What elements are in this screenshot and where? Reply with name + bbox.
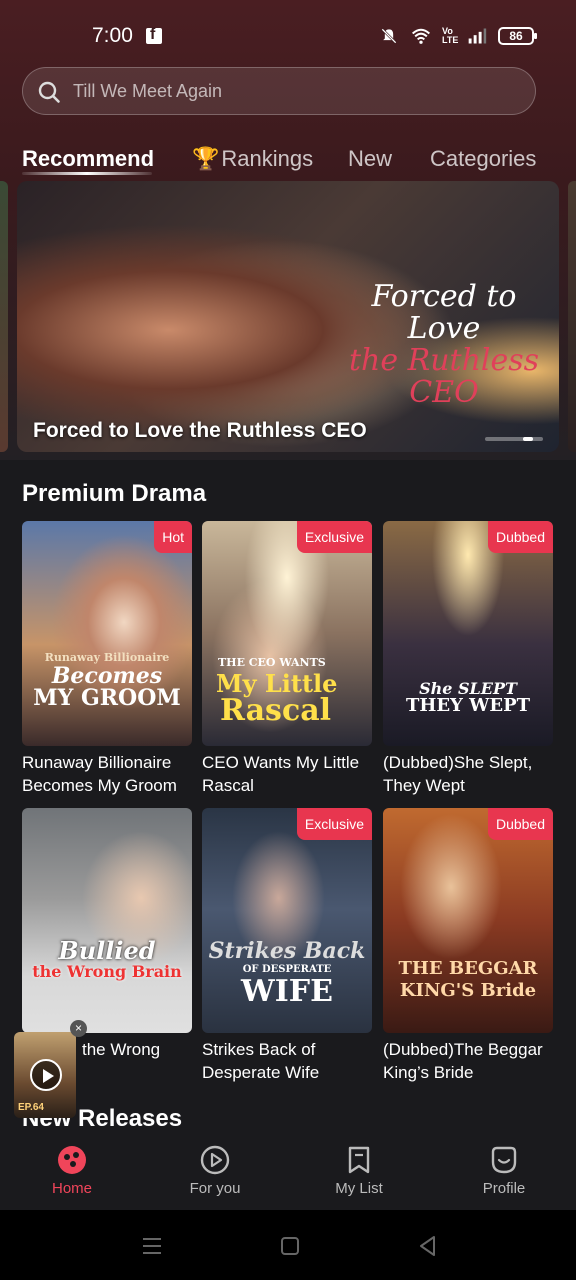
- poster-text: Strikes Back: [208, 938, 366, 964]
- nav-profile[interactable]: Profile: [454, 1138, 554, 1210]
- featured-banner[interactable]: Forced to Love the Ruthless CEO Forced t…: [17, 181, 559, 452]
- drama-poster: Dubbed She SLEPT THEY WEPT: [383, 521, 553, 746]
- drama-title: (Dubbed)She Slept, They Wept: [383, 753, 533, 795]
- dubbed-badge: Dubbed: [487, 521, 553, 553]
- search-icon: [38, 81, 60, 103]
- search-input[interactable]: Till We Meet Again: [73, 81, 222, 102]
- drama-title: Strikes Back of Desperate Wife: [202, 1040, 320, 1082]
- drama-title: CEO Wants My Little Rascal: [202, 753, 360, 795]
- poster-text: THEY WEPT: [405, 695, 531, 716]
- poster-text: KING'S Bride: [399, 980, 537, 1001]
- poster-text: WIFE: [241, 974, 333, 1009]
- close-icon[interactable]: ×: [70, 1020, 87, 1037]
- drama-card[interactable]: Exclusive Strikes Back OF DESPERATE WIFE…: [202, 808, 372, 1084]
- drama-poster: Bullied the Wrong Brain: [22, 808, 192, 1033]
- signal-icon: [468, 28, 487, 44]
- home-button-icon[interactable]: [278, 1234, 302, 1258]
- back-icon[interactable]: [416, 1234, 440, 1258]
- bottom-nav: Home For you My List Profile: [0, 1138, 576, 1210]
- drama-poster: Exclusive Strikes Back OF DESPERATE WIFE: [202, 808, 372, 1033]
- banner-next-peek[interactable]: [568, 181, 576, 452]
- mute-icon: [381, 28, 397, 44]
- category-tabs: Recommend 🏆Rankings New Categories: [22, 142, 562, 182]
- exclusive-badge: Exclusive: [296, 521, 372, 553]
- tab-categories[interactable]: Categories: [430, 146, 536, 172]
- status-bar: 7:00 Vo LTE 86: [0, 0, 576, 70]
- drama-card[interactable]: Exclusive THE CEO WANTS My Little Rascal…: [202, 521, 372, 797]
- nav-label: Profile: [482, 1180, 526, 1197]
- nav-for-you[interactable]: For you: [165, 1138, 265, 1210]
- poster-text: MY GROOM: [33, 685, 181, 711]
- wifi-icon: [411, 28, 431, 44]
- banner-logo-line2: the Ruthless CEO: [348, 343, 540, 410]
- drama-card[interactable]: Bullied the Wrong Brain the Wrong: [22, 808, 192, 1061]
- drama-poster: Dubbed THE BEGGAR KING'S Bride: [383, 808, 553, 1033]
- dubbed-badge: Dubbed: [487, 808, 553, 840]
- poster-text: THE BEGGAR: [398, 958, 538, 979]
- drama-title: (Dubbed)The Beggar King’s Bride: [383, 1040, 543, 1082]
- tab-recommend[interactable]: Recommend: [22, 146, 154, 172]
- nav-label: Home: [51, 1180, 92, 1197]
- hot-badge: Hot: [154, 521, 192, 553]
- banner-pagination: [485, 437, 543, 441]
- drama-poster: Exclusive THE CEO WANTS My Little Rascal: [202, 521, 372, 746]
- poster-text: THE CEO WANTS: [218, 656, 326, 669]
- play-circle-icon: [200, 1145, 230, 1175]
- banner-logo-line1: Forced to Love: [371, 279, 517, 346]
- poster-text: Rascal: [220, 693, 332, 728]
- poster-text: the Wrong Brain: [32, 962, 182, 981]
- drama-card[interactable]: Dubbed THE BEGGAR KING'S Bride (Dubbed)T…: [383, 808, 553, 1084]
- episode-label: EP.64: [18, 1102, 44, 1113]
- bookmark-icon: [348, 1146, 370, 1174]
- status-icons: Vo LTE 86: [378, 24, 537, 48]
- drama-poster: Hot Runaway Billionaire Becomes MY GROOM: [22, 521, 192, 746]
- search-bar[interactable]: Till We Meet Again: [22, 67, 536, 115]
- banner-title: Forced to Love the Ruthless CEO: [33, 419, 367, 442]
- tab-rankings-label: Rankings: [221, 146, 314, 171]
- tab-rankings[interactable]: 🏆Rankings: [192, 146, 313, 172]
- volte-label: Vo LTE: [442, 26, 459, 45]
- nav-label: For you: [189, 1180, 241, 1197]
- drama-title: Runaway Billionaire Becomes My Groom: [22, 753, 177, 795]
- exclusive-badge: Exclusive: [296, 808, 372, 840]
- banner-prev-peek[interactable]: [0, 181, 8, 452]
- play-icon[interactable]: [30, 1059, 62, 1091]
- active-tab-indicator: [22, 172, 152, 175]
- profile-icon: [491, 1146, 517, 1174]
- section-title-premium: Premium Drama: [22, 480, 207, 507]
- facebook-icon: [146, 26, 162, 44]
- poster-text: Bullied: [58, 936, 156, 965]
- battery-indicator: 86: [498, 27, 537, 45]
- recents-icon[interactable]: [140, 1234, 164, 1258]
- nav-my-list[interactable]: My List: [309, 1138, 409, 1210]
- nav-label: My List: [335, 1180, 383, 1197]
- home-icon: [58, 1146, 86, 1174]
- banner-logo: Forced to Love the Ruthless CEO: [339, 281, 549, 409]
- drama-card[interactable]: Dubbed She SLEPT THEY WEPT (Dubbed)She S…: [383, 521, 553, 797]
- drama-card[interactable]: Hot Runaway Billionaire Becomes MY GROOM…: [22, 521, 192, 797]
- pagination-active-dot: [523, 437, 533, 441]
- status-time: 7:00: [92, 24, 133, 47]
- system-navigation-bar: [0, 1210, 576, 1280]
- pagination-track: [485, 437, 543, 441]
- tab-new[interactable]: New: [348, 146, 392, 172]
- trophy-icon: 🏆: [192, 146, 220, 171]
- nav-home[interactable]: Home: [22, 1138, 122, 1210]
